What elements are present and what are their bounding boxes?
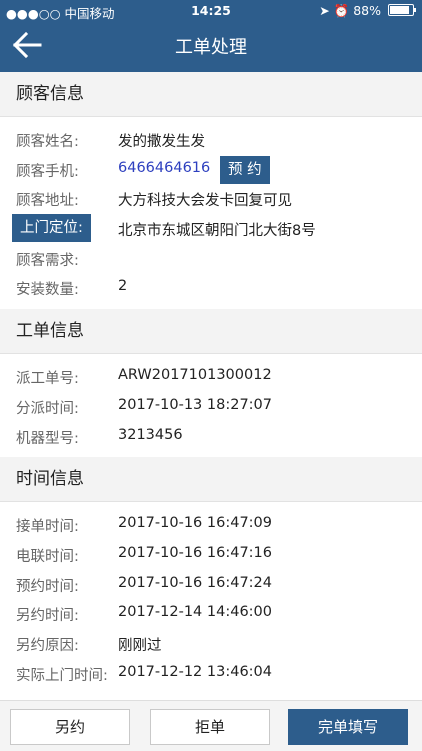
row-machine-model: 机器型号: 3213456 [0, 422, 422, 452]
row-install-quantity: 安装数量: 2 [0, 273, 422, 303]
actual-visit-time-label: 实际上门时间: [16, 667, 108, 684]
battery-icon [388, 4, 416, 16]
appoint-time-label: 预约时间: [16, 578, 79, 595]
header: ●●●○○ 中国移动 14:25 ➤ ⏰ 88% 工单处理 [0, 0, 422, 72]
battery-fill [390, 6, 409, 14]
row-accept-time: 接单时间: 2017-10-16 16:47:09 [0, 510, 422, 540]
time-rows: 接单时间: 2017-10-16 16:47:09 电联时间: 2017-10-… [0, 502, 422, 694]
alarm-icon: ⏰ [333, 3, 350, 18]
customer-name: 发的撒发生发 [118, 134, 205, 150]
status-right: ➤ ⏰ 88% [319, 3, 416, 19]
location-button[interactable]: 上门定位: [12, 214, 91, 243]
reappoint-reason: 刚刚过 [118, 637, 162, 654]
machine-model: 3213456 [118, 426, 183, 443]
accept-time-label: 接单时间: [16, 519, 79, 536]
dispatch-no: ARW2017101300012 [118, 367, 272, 384]
reschedule-button[interactable]: 另约 [10, 709, 130, 745]
row-customer-address: 顾客地址: 大方科技大会发卡回复可见 [0, 184, 422, 214]
row-dispatch-no: 派工单号: ARW2017101300012 [0, 362, 422, 392]
reappoint-time: 2017-12-14 14:46:00 [118, 604, 272, 621]
dispatch-no-label: 派工单号: [16, 371, 79, 388]
battery-percent: 88% [353, 3, 382, 18]
reject-button[interactable]: 拒单 [150, 709, 270, 745]
dispatch-time-label: 分派时间: [16, 400, 79, 417]
row-actual-visit-time: 实际上门时间: 2017-12-12 13:46:04 [0, 659, 422, 689]
appointment-button[interactable]: 预 约 [220, 155, 270, 184]
footer-action-bar: 另约 拒单 完单填写 [0, 700, 422, 751]
complete-form-button[interactable]: 完单填写 [288, 709, 408, 745]
reappoint-time-label: 另约时间: [16, 608, 79, 625]
accept-time: 2017-10-16 16:47:09 [118, 515, 272, 532]
row-customer-needs: 顾客需求: [0, 244, 422, 274]
reappoint-reason-label: 另约原因: [16, 637, 79, 654]
page-title: 工单处理 [175, 37, 247, 58]
section-time-title: 时间信息 [0, 457, 422, 503]
status-bar: ●●●○○ 中国移动 14:25 ➤ ⏰ 88% [0, 0, 422, 22]
content: 顾客信息 顾客姓名: 发的撒发生发 顾客手机: 6466464616 预 约 顾… [0, 72, 422, 694]
row-customer-name: 顾客姓名: 发的撒发生发 [0, 125, 422, 155]
row-dispatch-time: 分派时间: 2017-10-13 18:27:07 [0, 392, 422, 422]
row-call-time: 电联时间: 2017-10-16 16:47:16 [0, 540, 422, 570]
customer-needs-label: 顾客需求: [16, 252, 79, 269]
install-quantity-label: 安装数量: [16, 282, 79, 299]
actual-visit-time: 2017-12-12 13:46:04 [118, 663, 272, 680]
row-reappoint-time: 另约时间: 2017-12-14 14:46:00 [0, 599, 422, 629]
location-address: 北京市东城区朝阳门北大街8号 [118, 223, 316, 240]
machine-model-label: 机器型号: [16, 430, 79, 447]
row-reappoint-reason: 另约原因: 刚刚过 [0, 629, 422, 659]
call-time-label: 电联时间: [16, 548, 79, 565]
customer-address-label: 顾客地址: [16, 193, 79, 210]
appoint-time: 2017-10-16 16:47:24 [118, 574, 272, 591]
workorder-rows: 派工单号: ARW2017101300012 分派时间: 2017-10-13 … [0, 354, 422, 457]
install-quantity: 2 [118, 278, 128, 295]
row-customer-phone: 顾客手机: 6466464616 预 约 [0, 155, 422, 185]
customer-rows: 顾客姓名: 发的撒发生发 顾客手机: 6466464616 预 约 顾客地址: … [0, 117, 422, 309]
customer-phone-link[interactable]: 6466464616 [118, 160, 210, 176]
call-time: 2017-10-16 16:47:16 [118, 544, 272, 561]
row-appoint-time: 预约时间: 2017-10-16 16:47:24 [0, 570, 422, 600]
dispatch-time: 2017-10-13 18:27:07 [118, 396, 272, 413]
customer-address: 大方科技大会发卡回复可见 [118, 193, 292, 210]
section-workorder-title: 工单信息 [0, 309, 422, 355]
row-location: 上门定位: 北京市东城区朝阳门北大街8号 [0, 214, 422, 244]
customer-name-label: 顾客姓名: [16, 134, 79, 150]
location-arrow-icon: ➤ [319, 3, 330, 18]
customer-phone-label: 顾客手机: [16, 163, 79, 180]
section-customer-title: 顾客信息 [0, 72, 422, 117]
